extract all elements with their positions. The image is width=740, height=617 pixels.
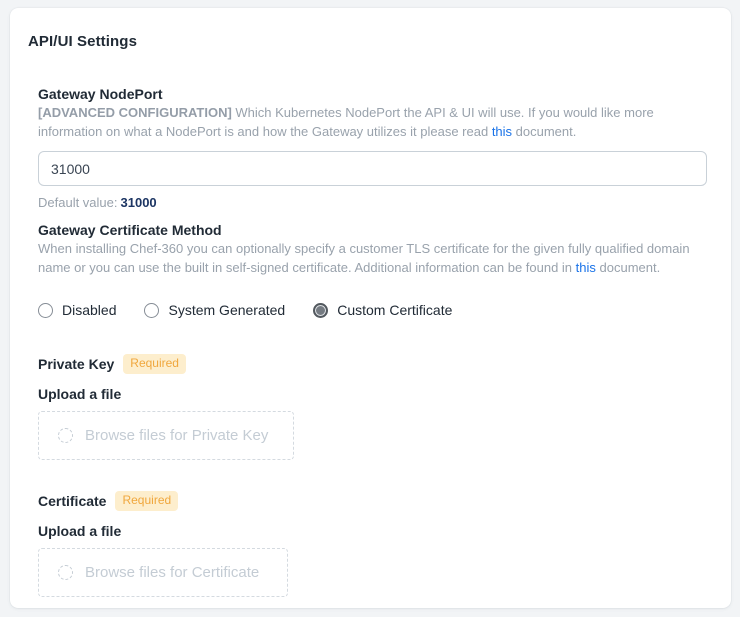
gateway-nodeport-input[interactable] (38, 151, 707, 186)
browse-private-key-button[interactable]: Browse files for Private Key (38, 411, 294, 460)
certificate-doc-link[interactable]: this (576, 260, 596, 275)
private-key-required-badge: Required (123, 354, 186, 374)
private-key-upload-label: Upload a file (38, 386, 707, 402)
gateway-nodeport-section: Gateway NodePort [ADVANCED CONFIGURATION… (38, 86, 707, 210)
radio-option-disabled[interactable]: Disabled (38, 302, 116, 318)
browse-private-key-text: Browse files for Private Key (85, 427, 268, 444)
certificate-label: Certificate (38, 493, 106, 509)
gateway-nodeport-description-suffix: document. (512, 124, 576, 139)
radio-label: System Generated (168, 302, 285, 318)
certificate-method-section: Gateway Certificate Method When installi… (38, 222, 707, 318)
dashed-circle-icon (58, 428, 73, 443)
radio-circle-icon[interactable] (313, 303, 328, 318)
certificate-required-badge: Required (115, 491, 178, 511)
browse-certificate-text: Browse files for Certificate (85, 564, 259, 581)
gateway-nodeport-default-value: Default value:31000 (38, 195, 707, 210)
gateway-nodeport-description: [ADVANCED CONFIGURATION] Which Kubernete… (38, 104, 707, 141)
page-title: API/UI Settings (28, 33, 707, 50)
default-value-label: Default value: (38, 195, 118, 210)
certificate-section: Certificate Required Upload a file Brows… (38, 491, 707, 597)
certificate-upload-label: Upload a file (38, 523, 707, 539)
certificate-method-label: Gateway Certificate Method (38, 222, 707, 238)
settings-content: Gateway NodePort [ADVANCED CONFIGURATION… (38, 86, 707, 597)
api-ui-settings-card: API/UI Settings Gateway NodePort [ADVANC… (10, 8, 731, 608)
certificate-method-description-suffix: document. (596, 260, 660, 275)
private-key-section: Private Key Required Upload a file Brows… (38, 354, 707, 460)
radio-option-system-generated[interactable]: System Generated (144, 302, 285, 318)
private-key-label-row: Private Key Required (38, 354, 707, 374)
radio-option-custom-certificate[interactable]: Custom Certificate (313, 302, 452, 318)
browse-certificate-button[interactable]: Browse files for Certificate (38, 548, 288, 597)
certificate-method-description: When installing Chef-360 you can optiona… (38, 240, 707, 277)
dashed-circle-icon (58, 565, 73, 580)
radio-label: Disabled (62, 302, 116, 318)
advanced-configuration-tag: [ADVANCED CONFIGURATION] (38, 105, 232, 120)
certificate-label-row: Certificate Required (38, 491, 707, 511)
radio-circle-icon[interactable] (144, 303, 159, 318)
private-key-label: Private Key (38, 356, 114, 372)
certificate-method-radio-group: Disabled System Generated Custom Certifi… (38, 302, 707, 318)
radio-label: Custom Certificate (337, 302, 452, 318)
default-value-number: 31000 (121, 195, 157, 210)
radio-circle-icon[interactable] (38, 303, 53, 318)
nodeport-doc-link[interactable]: this (492, 124, 512, 139)
gateway-nodeport-label: Gateway NodePort (38, 86, 707, 102)
